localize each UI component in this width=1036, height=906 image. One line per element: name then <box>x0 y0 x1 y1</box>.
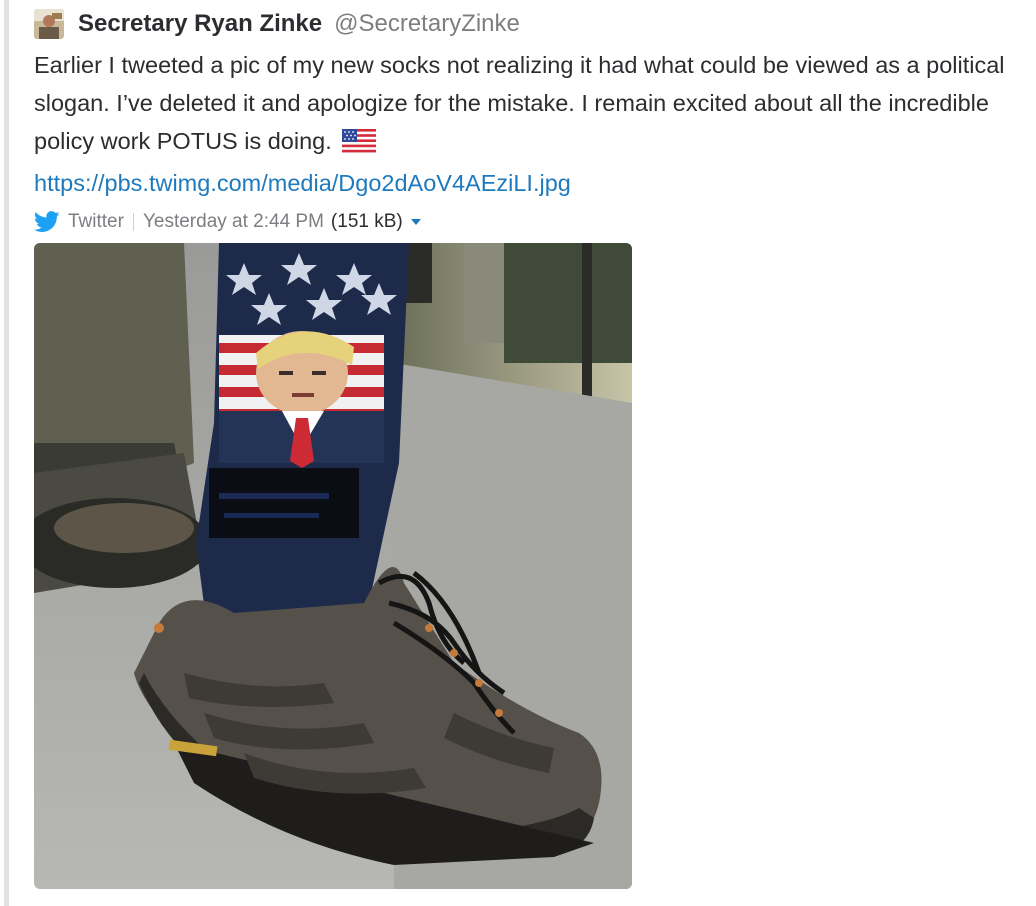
tweet-text-block: Earlier I tweeted a pic of my new socks … <box>34 46 1024 164</box>
attachment-meta: Twitter Yesterday at 2:44 PM (151 kB) <box>34 210 1024 234</box>
us-flag-icon <box>342 126 377 164</box>
tweet-link[interactable]: https://pbs.twimg.com/media/Dgo2dAoV4AEz… <box>34 164 1024 202</box>
meta-divider <box>132 213 134 231</box>
tweet-attachment: Secretary Ryan Zinke @SecretaryZinke Ear… <box>34 8 1024 234</box>
quote-bar <box>4 0 9 906</box>
attachment-source[interactable]: Twitter <box>68 211 124 233</box>
avatar[interactable] <box>34 9 64 39</box>
author-handle[interactable]: @SecretaryZinke <box>334 10 520 38</box>
attachment-size: (151 kB) <box>330 211 403 232</box>
attachment-timestamp[interactable]: Yesterday at 2:44 PM <box>143 211 324 233</box>
tweet-text: Earlier I tweeted a pic of my new socks … <box>34 52 1005 154</box>
caret-down-icon[interactable] <box>410 218 422 226</box>
twitter-bird-icon <box>34 211 60 233</box>
author-name[interactable]: Secretary Ryan Zinke <box>78 10 322 38</box>
tweet-header: Secretary Ryan Zinke @SecretaryZinke <box>34 8 1024 40</box>
attachment-image[interactable] <box>34 243 632 889</box>
